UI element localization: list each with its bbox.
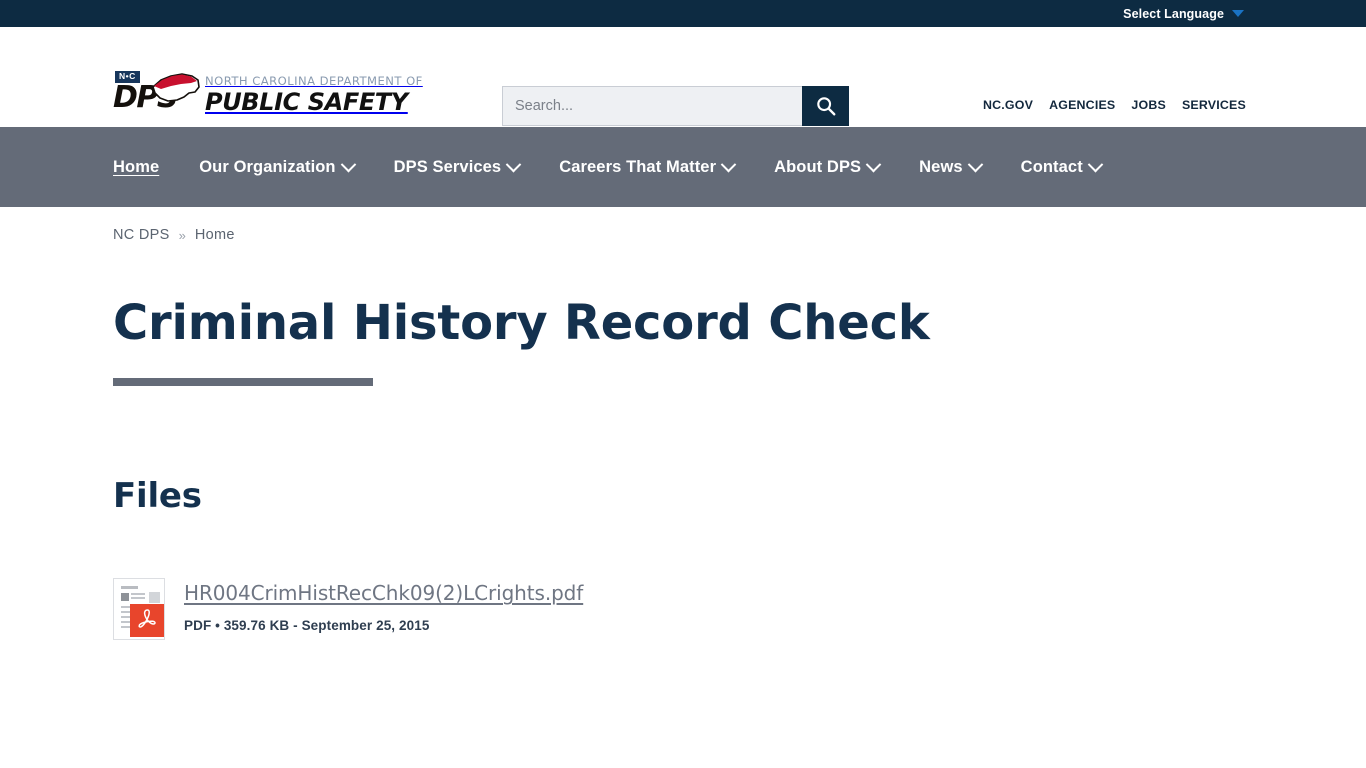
nav-item-about-dps[interactable]: About DPS bbox=[774, 156, 882, 177]
utility-link-agencies[interactable]: AGENCIES bbox=[1049, 98, 1115, 112]
breadcrumb-current-home: Home bbox=[194, 227, 235, 243]
nav-item-careers-that-matter[interactable]: Careers That Matter bbox=[559, 156, 737, 177]
breadcrumb: NC DPS » Home bbox=[0, 207, 1366, 243]
site-header: N•C DPS NORTH CAROLINA DEPARTMENT OF PUB… bbox=[0, 27, 1366, 127]
breadcrumb-separator-icon: » bbox=[178, 227, 186, 243]
search-input[interactable] bbox=[502, 86, 802, 126]
nav-item-dps-services[interactable]: DPS Services bbox=[393, 156, 522, 177]
nav-item-label: News bbox=[919, 157, 963, 176]
chevron-down-icon bbox=[967, 156, 983, 172]
file-metadata: PDF • 359.76 KB - September 25, 2015 bbox=[184, 618, 430, 634]
file-list-item: HR004CrimHistRecChk09(2)LCrights.pdf PDF… bbox=[113, 578, 1366, 641]
files-heading: Files bbox=[113, 476, 202, 517]
utility-link-jobs[interactable]: JOBS bbox=[1131, 98, 1166, 112]
chevron-down-icon bbox=[1232, 10, 1244, 17]
breadcrumb-link-nc-dps[interactable]: NC DPS bbox=[113, 227, 170, 243]
chevron-down-icon bbox=[505, 156, 522, 172]
chevron-down-icon bbox=[1087, 156, 1104, 172]
site-search bbox=[502, 86, 849, 126]
nav-item-label: Our Organization bbox=[199, 157, 336, 176]
file-details: HR004CrimHistRecChk09(2)LCrights.pdf PDF… bbox=[184, 578, 583, 633]
pdf-file-icon bbox=[113, 578, 165, 641]
title-underline-rule bbox=[113, 378, 373, 387]
search-icon bbox=[816, 97, 835, 116]
top-utility-bar: Select Language bbox=[0, 0, 1366, 27]
page-title: Criminal History Record Check bbox=[113, 295, 930, 351]
select-language-dropdown[interactable]: Select Language bbox=[1123, 7, 1244, 21]
nav-item-label: Home bbox=[113, 157, 160, 176]
search-submit-button[interactable] bbox=[802, 86, 849, 126]
nav-item-news[interactable]: News bbox=[919, 156, 983, 177]
nav-item-label: Careers That Matter bbox=[559, 157, 717, 176]
logo-public-safety-line: PUBLIC SAFETY bbox=[205, 88, 408, 116]
main-navigation: Home Our Organization DPS Services Caree… bbox=[0, 127, 1366, 207]
logo-wordmark: NORTH CAROLINA DEPARTMENT OF PUBLIC SAFE… bbox=[205, 71, 423, 116]
files-section: Files HR004CrimHistRecChk09(2)LCrights.p… bbox=[0, 386, 1366, 641]
nav-item-contact[interactable]: Contact bbox=[1020, 156, 1104, 177]
north-carolina-state-icon bbox=[151, 71, 201, 110]
utility-link-services[interactable]: SERVICES bbox=[1182, 98, 1246, 112]
chevron-down-icon bbox=[720, 156, 737, 172]
dps-logo-mark: N•C DPS bbox=[113, 71, 201, 117]
nav-item-label: About DPS bbox=[774, 157, 862, 176]
utility-link-ncgov[interactable]: NC.GOV bbox=[983, 98, 1033, 112]
chevron-down-icon bbox=[340, 156, 356, 172]
nav-item-label: Contact bbox=[1020, 157, 1083, 176]
nav-item-label: DPS Services bbox=[393, 157, 502, 176]
chevron-down-icon bbox=[865, 156, 882, 172]
file-download-link[interactable]: HR004CrimHistRecChk09(2)LCrights.pdf bbox=[184, 581, 583, 605]
select-language-label: Select Language bbox=[1123, 6, 1224, 21]
page-title-block: Criminal History Record Check bbox=[0, 243, 1366, 387]
nav-item-our-organization[interactable]: Our Organization bbox=[199, 156, 356, 177]
logo-department-line: NORTH CAROLINA DEPARTMENT OF bbox=[205, 74, 423, 88]
site-logo[interactable]: N•C DPS NORTH CAROLINA DEPARTMENT OF PUB… bbox=[113, 71, 423, 117]
nav-item-home[interactable]: Home bbox=[113, 158, 159, 177]
utility-nav: NC.GOV AGENCIES JOBS SERVICES bbox=[983, 98, 1246, 112]
